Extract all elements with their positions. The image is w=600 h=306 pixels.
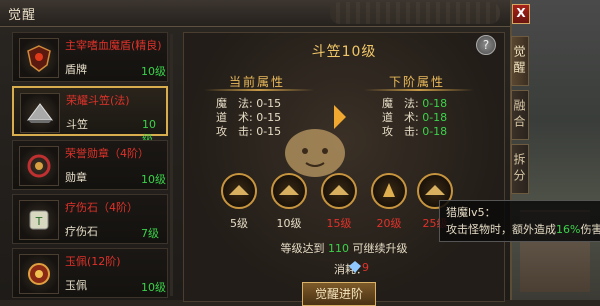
list-item[interactable]: 玉佩(12阶) 玉佩 10级 [12,248,168,298]
current-stat: 攻 击: 0-15 [216,125,282,138]
tab-split[interactable]: 拆分 [511,144,529,194]
title-bar: 觉醒 [0,0,510,27]
window-title: 觉醒 [8,8,37,23]
item-name: 主宰嗜血魔盾(精良) [65,39,162,52]
list-scrollbar[interactable] [170,34,173,296]
svg-text:T: T [35,215,43,228]
item-level: 10级 [141,173,166,186]
mascot-icon [285,129,345,177]
current-attributes-header: 当前属性 [229,75,286,89]
tooltip-description: 攻击怪物时，额外造成16%伤害 [446,223,600,236]
item-type: 斗笠 [66,118,88,131]
item-name: 疗伤石（4阶） [65,201,138,214]
stone-icon: T [19,200,59,240]
next-attributes-header: 下阶属性 [389,75,446,89]
upgrade-panel: 斗笠10级 ? 当前属性 下阶属性 魔 法: 0-15 道 术: 0-15 攻 … [183,32,505,306]
skill-level-label: 20级 [376,217,402,230]
skill-tooltip: 猎魔lv5： 攻击怪物时，额外造成16%伤害 [439,200,600,242]
item-level: 7级 [141,227,159,240]
panel-title: 斗笠10级 [311,44,377,60]
item-name: 荣耀斗笠(法) [66,94,130,107]
list-item-selected[interactable]: 荣耀斗笠(法) 斗笠 10级 [12,86,168,146]
item-name: 玉佩(12阶) [65,255,121,268]
tab-fuse[interactable]: 融合 [511,90,529,140]
item-level: 10级 [141,281,166,294]
jade-icon [19,254,59,294]
tooltip-title: 猎魔lv5： [446,206,496,219]
divider [204,89,314,91]
skill-slot-15[interactable] [321,173,357,209]
cost-value: 9 [362,261,369,274]
dragon-ornament [330,2,500,24]
item-name: 荣誉勋章（4阶） [65,147,149,160]
item-type: 疗伤石 [65,225,98,238]
skill-level-label: 10级 [276,217,302,230]
level-requirement: 等级达到 110 可继续升级 [280,242,408,255]
item-list: 主宰嗜血魔盾(精良) 盾牌 10级 荣耀斗笠(法) 斗笠 10级 荣誉勋章（4阶… [12,32,170,300]
item-type: 勋章 [65,171,87,184]
item-type: 盾牌 [65,63,87,76]
help-button[interactable]: ? [476,35,496,55]
hat-icon [20,93,60,133]
skill-level-label: 5级 [230,217,248,230]
skill-slot-5[interactable] [221,173,257,209]
skill-slot-10[interactable] [271,173,307,209]
next-stat: 攻 击: 0-18 [382,125,448,138]
gem-icon [349,261,361,273]
skill-slot-20[interactable] [371,173,407,209]
awaken-window: 觉醒 主宰嗜血魔盾(精良) 盾牌 10级 荣耀斗笠(法) 斗笠 10级 荣誉勋章… [0,0,512,306]
item-level: 10级 [141,65,166,78]
medal-icon [19,146,59,186]
list-item[interactable]: 荣誉勋章（4阶） 勋章 10级 [12,140,168,190]
close-button[interactable]: X [512,4,530,24]
list-item[interactable]: T 疗伤石（4阶） 疗伤石 7级 [12,194,168,244]
shield-icon [19,38,59,78]
divider [364,89,474,91]
item-type: 玉佩 [65,279,87,292]
skill-level-label: 15级 [326,217,352,230]
awaken-advance-button[interactable]: 觉醒进阶 [302,282,376,306]
list-item[interactable]: 主宰嗜血魔盾(精良) 盾牌 10级 [12,32,168,82]
tab-awaken[interactable]: 觉醒 [511,36,529,86]
